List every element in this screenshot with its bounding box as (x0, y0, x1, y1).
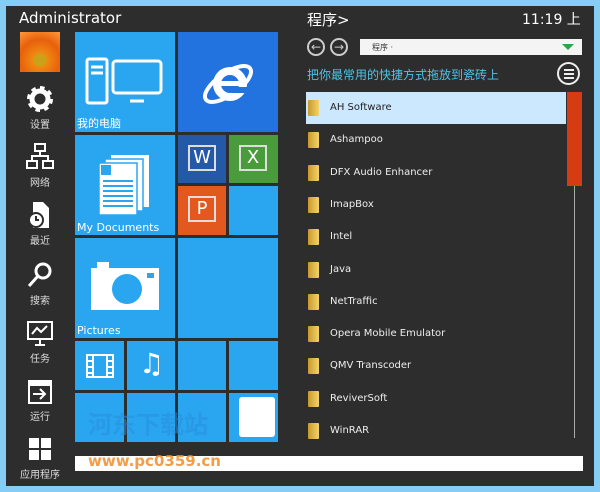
app-r-icon (239, 397, 275, 437)
list-item[interactable]: Java (306, 254, 566, 286)
folder-icon (308, 261, 319, 278)
program-name: NetTraffic (330, 295, 378, 307)
sidebar-item-label: 运行 (30, 412, 50, 423)
folder-icon (308, 326, 319, 343)
list-item[interactable]: DFX Audio Enhancer (306, 157, 566, 189)
tile-empty[interactable] (229, 341, 278, 390)
tile-video[interactable] (75, 341, 124, 390)
program-name: DFX Audio Enhancer (330, 166, 433, 178)
tile-label: 我的电脑 (77, 117, 121, 130)
forward-button[interactable]: → (330, 38, 348, 56)
folder-icon (308, 390, 319, 407)
camera-icon (91, 262, 159, 310)
tile-app[interactable] (229, 393, 278, 442)
program-name: Intel (330, 231, 353, 243)
sidebar-item-label: 最近 (30, 236, 50, 247)
tile-music[interactable]: ♫ (127, 341, 175, 390)
list-item[interactable]: NetTraffic (306, 286, 566, 318)
search-icon (27, 262, 52, 288)
clock: 11:19 上 (522, 12, 581, 28)
program-name: Java (330, 263, 352, 275)
ie-icon (203, 64, 253, 104)
list-item[interactable]: AH Software (306, 92, 566, 124)
category-dropdown[interactable]: 程序 · (360, 39, 582, 55)
run-icon (28, 380, 52, 404)
list-item[interactable]: QMV Transcoder (306, 350, 566, 382)
sidebar-item-network[interactable]: 网络 (16, 142, 64, 189)
gear-icon (27, 86, 53, 112)
folder-icon (308, 358, 319, 375)
watermark-logo: 河东下载站 (88, 411, 208, 439)
tile-empty[interactable] (178, 238, 278, 338)
tile-empty[interactable] (178, 341, 226, 390)
folder-icon (308, 132, 319, 149)
task-icon (27, 321, 53, 346)
scrollbar-thumb[interactable] (567, 92, 582, 186)
list-view-button[interactable] (557, 62, 580, 85)
list-item[interactable]: Intel (306, 221, 566, 253)
tile-label: Pictures (77, 324, 121, 337)
sidebar-item-search[interactable]: 搜索 (16, 260, 64, 307)
sidebar-item-label: 网络 (30, 178, 50, 189)
folder-icon (308, 196, 319, 213)
sidebar-item-label: 应用程序 (20, 470, 60, 481)
folder-icon (308, 100, 319, 116)
program-name: ImapBox (330, 198, 374, 210)
back-button[interactable]: ← (307, 38, 325, 56)
sidebar-item-run[interactable]: 运行 (16, 378, 64, 423)
tile-pictures[interactable]: Pictures (75, 238, 175, 338)
list-item[interactable]: WinRAR (306, 415, 566, 447)
network-icon (26, 143, 54, 169)
folder-icon (308, 423, 319, 439)
user-name[interactable]: Administrator (19, 9, 121, 27)
tile-internet-explorer[interactable] (178, 32, 278, 132)
music-icon: ♫ (139, 347, 165, 380)
watermark-url: www.pc0359.cn (88, 452, 221, 470)
tile-powerpoint[interactable]: P (178, 186, 226, 235)
list-item[interactable]: Ashampoo (306, 124, 566, 156)
chevron-down-icon (562, 44, 574, 50)
folder-icon (308, 293, 319, 310)
tile-excel[interactable]: X (229, 135, 278, 183)
tile-my-documents[interactable]: My Documents (75, 135, 175, 235)
program-name: AH Software (330, 102, 392, 113)
sidebar-item-label: 任务 (30, 354, 50, 365)
apps-icon (29, 438, 51, 460)
sidebar-item-label: 搜索 (30, 296, 50, 307)
recent-icon (28, 202, 49, 228)
folder-icon (308, 164, 319, 181)
computer-icon (85, 57, 163, 105)
scrollbar-track[interactable] (574, 186, 575, 438)
powerpoint-icon: P (188, 196, 216, 222)
list-item[interactable]: Opera Mobile Emulator (306, 318, 566, 350)
tile-my-computer[interactable]: 我的电脑 (75, 32, 175, 132)
tile-empty[interactable] (229, 186, 278, 235)
avatar[interactable] (20, 32, 60, 72)
excel-icon: X (239, 145, 267, 171)
program-name: WinRAR (330, 425, 370, 436)
dropdown-value: 程序 · (372, 43, 394, 52)
tile-word[interactable]: W (178, 135, 226, 183)
program-name: QMV Transcoder (330, 360, 412, 372)
film-icon (86, 354, 114, 378)
program-name: Opera Mobile Emulator (330, 328, 446, 340)
sidebar-item-label: 设置 (30, 120, 50, 131)
list-item[interactable]: ReviverSoft (306, 383, 566, 415)
documents-icon (98, 155, 149, 216)
folder-icon (308, 229, 319, 246)
list-item[interactable]: ImapBox (306, 189, 566, 221)
program-name: ReviverSoft (330, 392, 388, 404)
sidebar-item-recent[interactable]: 最近 (16, 200, 64, 247)
sidebar-item-apps[interactable]: 应用程序 (16, 436, 64, 481)
hint-text: 把你最常用的快捷方式拖放到瓷砖上 (307, 68, 500, 82)
programs-title: 程序> (307, 11, 350, 29)
word-icon: W (188, 145, 216, 171)
tile-label: My Documents (77, 221, 160, 234)
sidebar-item-tasks[interactable]: 任务 (16, 320, 64, 365)
program-name: Ashampoo (330, 134, 383, 146)
sidebar-item-settings[interactable]: 设置 (16, 84, 64, 131)
